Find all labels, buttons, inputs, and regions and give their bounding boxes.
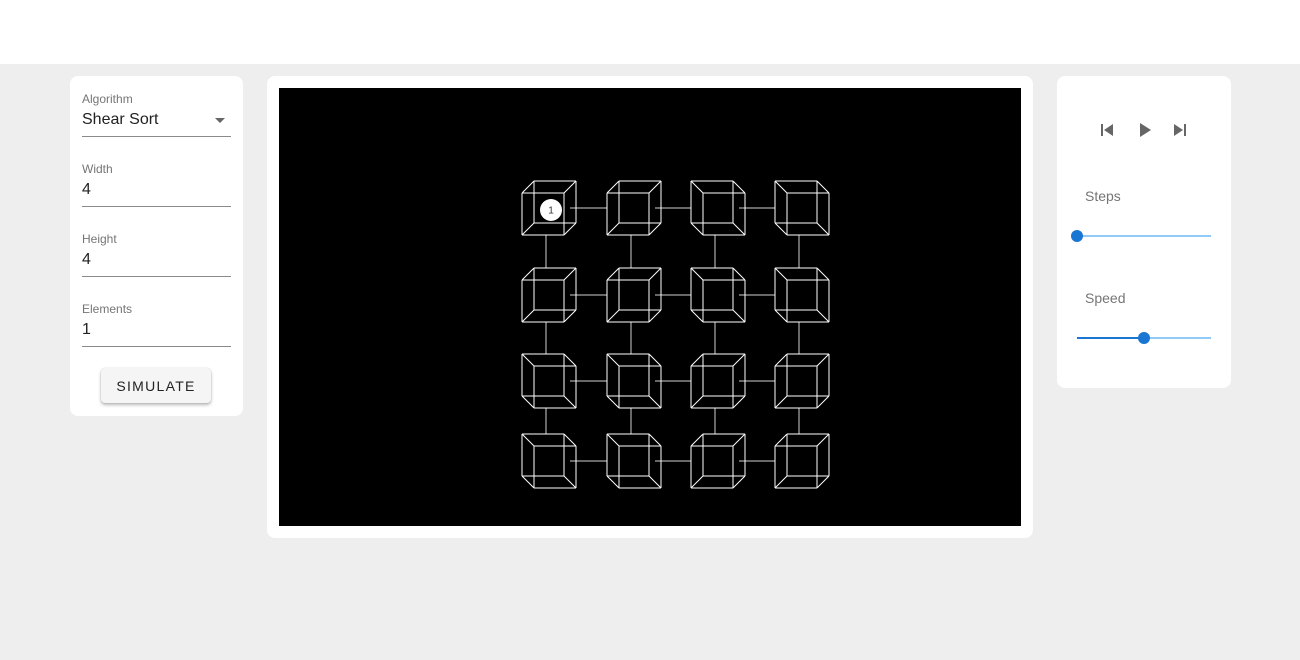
speed-slider-track <box>1077 337 1144 339</box>
height-field[interactable]: Height 4 <box>82 232 231 277</box>
steps-label: Steps <box>1085 188 1121 204</box>
processor-node <box>774 433 830 489</box>
width-field[interactable]: Width 4 <box>82 162 231 207</box>
processor-node <box>606 353 662 409</box>
processor-node <box>690 267 746 323</box>
processor-node <box>521 433 577 489</box>
algorithm-value: Shear Sort <box>82 111 159 128</box>
settings-panel: Algorithm Shear Sort Width 4 Height 4 El… <box>70 76 243 416</box>
playback-panel: Steps Speed <box>1057 76 1231 388</box>
processor-node <box>774 267 830 323</box>
processor-node <box>606 267 662 323</box>
play-icon[interactable] <box>1135 120 1155 140</box>
element-marker-label: 1 <box>548 206 554 217</box>
simulate-button[interactable]: SIMULATE <box>101 368 211 403</box>
processor-node <box>521 353 577 409</box>
speed-label: Speed <box>1085 290 1126 306</box>
speed-slider[interactable] <box>1077 331 1211 345</box>
visualization-panel: 1 <box>267 76 1033 538</box>
elements-label: Elements <box>82 302 133 316</box>
width-label: Width <box>82 162 113 176</box>
elements-input[interactable]: 1 <box>82 321 91 339</box>
width-input[interactable]: 4 <box>82 181 91 199</box>
processor-node <box>690 180 746 236</box>
processor-node <box>521 267 577 323</box>
height-input[interactable]: 4 <box>82 251 91 269</box>
steps-slider-thumb[interactable] <box>1071 230 1083 242</box>
processor-node <box>690 353 746 409</box>
elements-field[interactable]: Elements 1 <box>82 302 231 347</box>
mesh-grid-svg: 1 <box>521 180 830 489</box>
processor-node <box>606 180 662 236</box>
mesh-canvas[interactable]: 1 <box>279 88 1021 526</box>
processor-node <box>690 433 746 489</box>
algorithm-select[interactable]: Algorithm Shear Sort <box>82 92 231 137</box>
skip-previous-icon[interactable] <box>1097 120 1117 140</box>
processor-node <box>774 180 830 236</box>
steps-slider[interactable] <box>1071 229 1211 243</box>
skip-next-icon[interactable] <box>1170 120 1190 140</box>
processor-node <box>606 433 662 489</box>
app-header <box>0 0 1300 64</box>
height-label: Height <box>82 232 117 246</box>
dropdown-arrow-icon[interactable] <box>215 118 225 123</box>
speed-slider-thumb[interactable] <box>1138 332 1150 344</box>
algorithm-label: Algorithm <box>82 92 133 106</box>
processor-node <box>774 353 830 409</box>
steps-slider-rail[interactable] <box>1077 235 1211 237</box>
